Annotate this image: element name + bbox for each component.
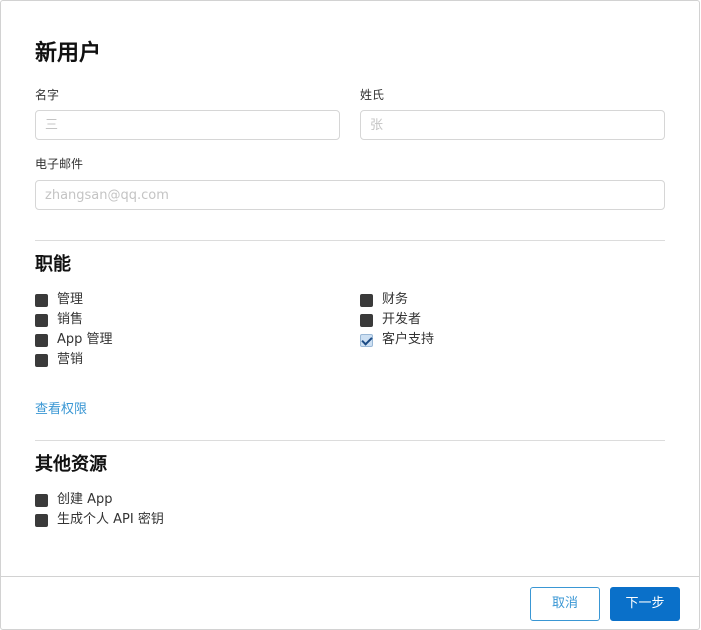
- role-label: 营销: [57, 352, 84, 367]
- role-finance-checkbox[interactable]: 财务: [360, 292, 408, 308]
- footer-divider: [1, 576, 699, 577]
- role-developer-checkbox[interactable]: 开发者: [360, 312, 421, 328]
- role-app-manager-checkbox[interactable]: App 管理: [35, 332, 113, 348]
- last-name-input[interactable]: [360, 110, 665, 140]
- checkbox-box[interactable]: [35, 353, 48, 367]
- role-label: App 管理: [57, 332, 113, 347]
- role-customer-support-checkbox[interactable]: 客户支持: [360, 332, 434, 348]
- role-label: 客户支持: [382, 332, 435, 347]
- create-app-checkbox[interactable]: 创建 App: [35, 492, 113, 508]
- role-label: 管理: [57, 292, 84, 307]
- divider: [35, 440, 665, 441]
- generate-api-key-checkbox[interactable]: 生成个人 API 密钥: [35, 512, 164, 528]
- divider: [35, 240, 665, 241]
- view-permissions-link[interactable]: 查看权限: [35, 402, 87, 418]
- resource-label: 创建 App: [57, 492, 113, 507]
- role-admin-checkbox[interactable]: 管理: [35, 292, 83, 308]
- checkbox-box[interactable]: [360, 293, 373, 307]
- roles-section-title: 职能: [35, 254, 71, 275]
- role-marketing-checkbox[interactable]: 营销: [35, 352, 83, 368]
- new-user-dialog: 新用户 名字 姓氏 电子邮件 职能 管理 销售 App 管理 营销 财务 开发者…: [0, 0, 700, 630]
- email-input[interactable]: [35, 180, 665, 210]
- checkbox-box[interactable]: [35, 493, 48, 507]
- role-label: 销售: [57, 312, 84, 327]
- next-button[interactable]: 下一步: [610, 587, 680, 621]
- resource-label: 生成个人 API 密钥: [57, 512, 164, 527]
- role-sales-checkbox[interactable]: 销售: [35, 312, 83, 328]
- checkbox-box[interactable]: [35, 313, 48, 327]
- first-name-label: 名字: [35, 88, 60, 102]
- last-name-label: 姓氏: [360, 88, 385, 102]
- dialog-title: 新用户: [35, 41, 102, 66]
- cancel-button[interactable]: 取消: [530, 587, 600, 621]
- other-resources-section-title: 其他资源: [35, 454, 107, 475]
- first-name-input[interactable]: [35, 110, 340, 140]
- checkbox-box[interactable]: [35, 513, 48, 527]
- role-label: 开发者: [382, 312, 422, 327]
- checkbox-box[interactable]: [35, 333, 48, 347]
- checkbox-box[interactable]: [360, 313, 373, 327]
- email-label: 电子邮件: [35, 157, 84, 171]
- checkbox-box[interactable]: [35, 293, 48, 307]
- role-label: 财务: [382, 292, 409, 307]
- checkbox-box-checked[interactable]: [360, 333, 373, 347]
